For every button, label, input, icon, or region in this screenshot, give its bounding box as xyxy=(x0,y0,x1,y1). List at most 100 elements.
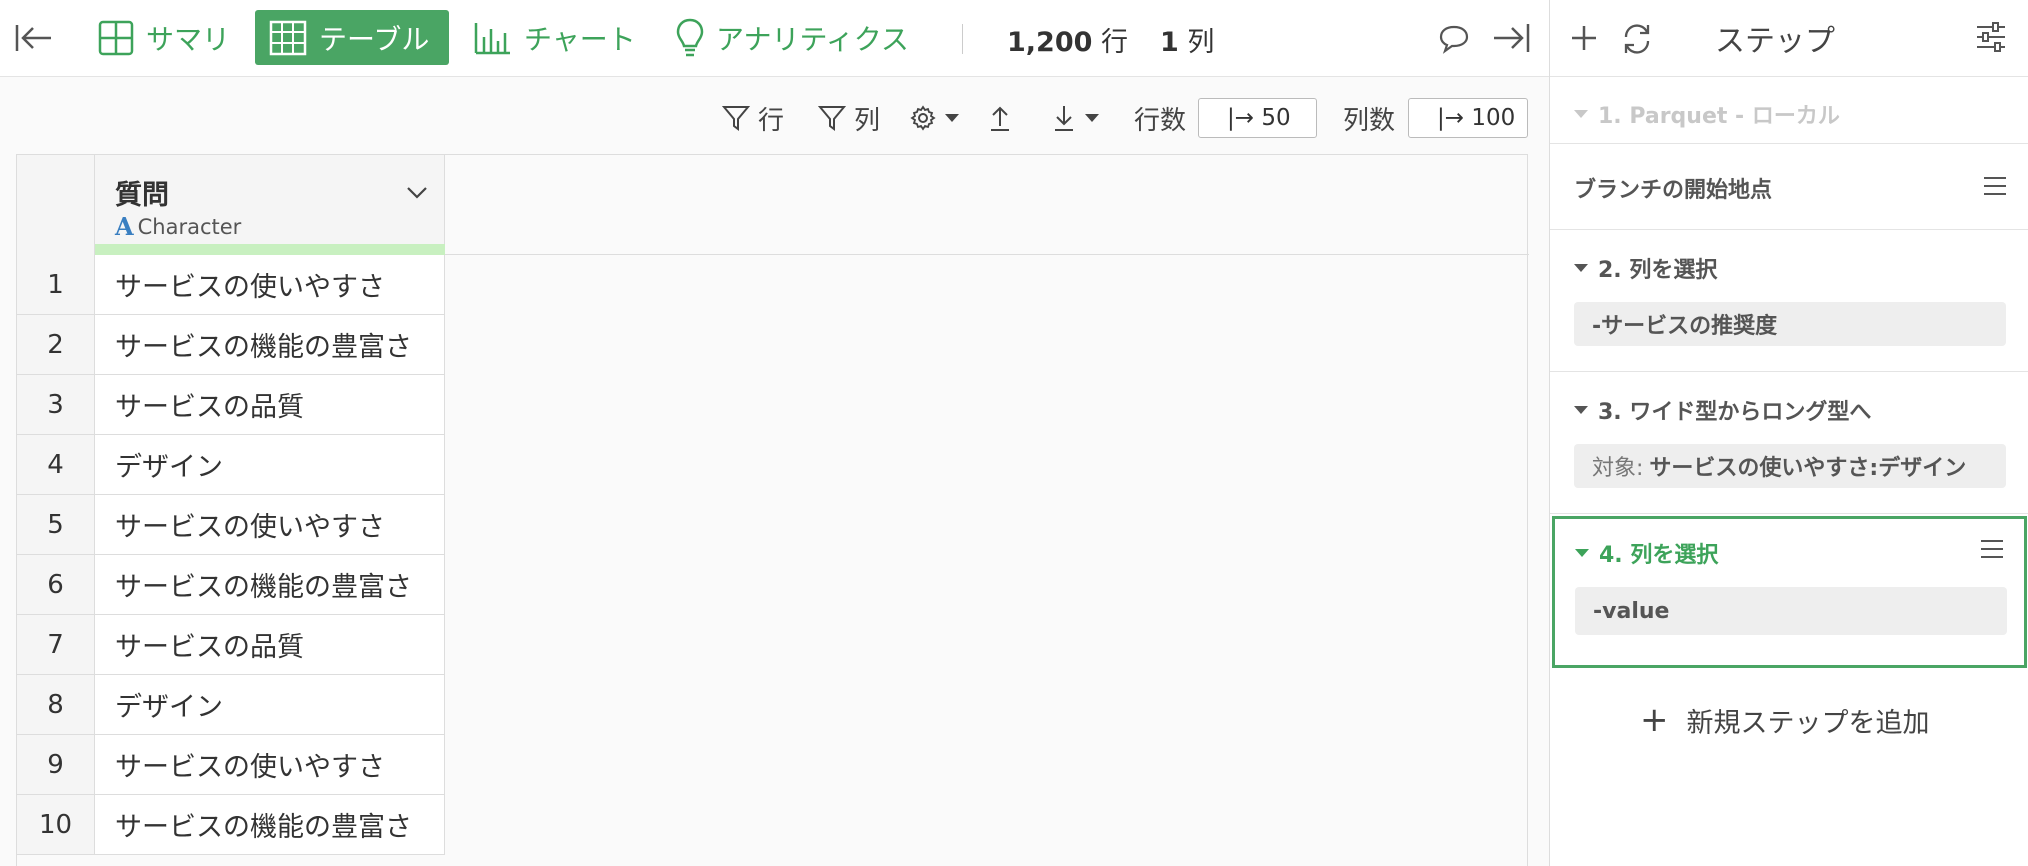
lightbulb-icon xyxy=(676,18,704,56)
step-2-detail: -サービスの推奨度 xyxy=(1574,302,2006,346)
row-number: 3 xyxy=(17,375,95,434)
table-cell[interactable]: デザイン xyxy=(95,435,445,494)
step-3-title[interactable]: 3. ワイド型からロング型へ xyxy=(1574,394,1871,426)
hamburger-menu-icon[interactable] xyxy=(1980,539,2004,559)
table-cell[interactable]: サービスの品質 xyxy=(95,375,445,434)
row-number: 4 xyxy=(17,435,95,494)
filter-icon xyxy=(722,106,750,131)
add-step-button[interactable]: + 新規ステップを追加 xyxy=(1640,700,1930,740)
expand-right-button[interactable] xyxy=(1490,18,1534,58)
table-cell[interactable]: サービスの品質 xyxy=(95,615,445,674)
row-col-counts: 1,200 行 1 列 xyxy=(1007,20,1214,59)
row-count: 1,200 行 xyxy=(1007,27,1128,58)
add-button[interactable] xyxy=(1566,20,1602,56)
triangle-down-icon xyxy=(1575,549,1589,557)
row-number: 5 xyxy=(17,495,95,554)
row-number: 10 xyxy=(17,795,95,854)
step-branch-start[interactable]: ブランチの開始地点 xyxy=(1550,144,2028,230)
plus-icon: + xyxy=(1640,700,1669,740)
filter-cols-button[interactable]: 列 xyxy=(818,98,880,138)
filter-rows-button[interactable]: 行 xyxy=(722,98,784,138)
triangle-down-icon xyxy=(1574,110,1588,118)
triangle-down-icon xyxy=(1574,406,1588,414)
table-cell[interactable]: デザイン xyxy=(95,675,445,734)
table-cell[interactable]: サービスの使いやすさ xyxy=(95,735,445,794)
summary-grid-icon xyxy=(98,20,134,55)
toolbar-divider xyxy=(962,24,963,54)
tab-table-label: テーブル xyxy=(319,22,430,56)
table-cell[interactable]: サービスの機能の豊富さ xyxy=(95,795,445,854)
arrow-up-icon xyxy=(991,106,1009,131)
row-number: 7 xyxy=(17,615,95,674)
step-2[interactable]: 2. 列を選択 -サービスの推奨度 xyxy=(1550,230,2028,372)
column-header-question[interactable]: 質問 A Character xyxy=(95,155,445,255)
table-row[interactable]: 3 サービスの品質 xyxy=(17,375,445,435)
refresh-icon xyxy=(1624,24,1650,54)
table-toolbar: 行 列 行数 |→ 50 列数 |→ 100 xyxy=(0,78,1549,156)
comment-icon xyxy=(1439,25,1469,54)
row-number: 8 xyxy=(17,675,95,734)
row-limit-label: 行数 xyxy=(1134,105,1187,136)
table-row[interactable]: 1 サービスの使いやすさ xyxy=(17,255,445,315)
comment-button[interactable] xyxy=(1437,22,1471,56)
collapse-left-button[interactable] xyxy=(14,18,54,58)
steps-title: ステップ xyxy=(1715,24,1835,59)
table-row[interactable]: 9 サービスの使いやすさ xyxy=(17,735,445,795)
main-area: サマリ テーブル チャート アナリティクス 1,200 行 1 列 行 列 行数… xyxy=(0,0,1549,866)
table-cell[interactable]: サービスの機能の豊富さ xyxy=(95,315,445,374)
step-4-detail: -value xyxy=(1575,587,2007,635)
row-number: 9 xyxy=(17,735,95,794)
refresh-button[interactable] xyxy=(1618,20,1656,58)
row-limit-input[interactable]: |→ 50 xyxy=(1198,98,1317,138)
data-grid: 質問 A Character 1 サービスの使いやすさ 2 サービスの機能の豊富さ 3 サ… xyxy=(16,154,1529,866)
tab-summary[interactable]: サマリ xyxy=(84,10,244,65)
step-3[interactable]: 3. ワイド型からロング型へ 対象: サービスの使いやすさ:デザイン xyxy=(1550,372,2028,514)
tab-table[interactable]: テーブル xyxy=(255,10,449,65)
row-number: 1 xyxy=(17,255,95,314)
grid-rows: 1 サービスの使いやすさ 2 サービスの機能の豊富さ 3 サービスの品質 4 デザイン 5 サービ… xyxy=(17,255,445,855)
table-cell[interactable]: サービスの使いやすさ xyxy=(95,255,445,314)
branch-start-title: ブランチの開始地点 xyxy=(1574,178,1773,203)
step-2-title[interactable]: 2. 列を選択 xyxy=(1574,252,1717,284)
tab-chart-label: チャート xyxy=(524,22,636,56)
column-menu-button[interactable] xyxy=(402,177,432,207)
panel-settings-button[interactable] xyxy=(1974,20,2008,54)
table-row[interactable]: 2 サービスの機能の豊富さ xyxy=(17,315,445,375)
col-limit-input[interactable]: |→ 100 xyxy=(1408,98,1528,138)
grid-header: 質問 A Character xyxy=(17,155,1529,255)
export-up-button[interactable] xyxy=(988,98,1020,138)
table-row[interactable]: 4 デザイン xyxy=(17,435,445,495)
table-icon xyxy=(269,20,307,55)
col-count: 1 列 xyxy=(1160,27,1215,58)
column-type: A Character xyxy=(115,212,242,241)
step-1[interactable]: 1. Parquet - ローカル xyxy=(1550,78,2028,144)
tab-chart[interactable]: チャート xyxy=(460,10,650,65)
steps-panel: ステップ 1. Parquet - ローカル ブランチの開始地点 2. 列を選択… xyxy=(1549,0,2028,866)
expand-right-icon xyxy=(1494,24,1530,52)
chevron-down-icon xyxy=(407,187,427,199)
table-cell[interactable]: サービスの使いやすさ xyxy=(95,495,445,554)
arrow-down-icon xyxy=(1055,106,1073,131)
step-1-title[interactable]: 1. Parquet - ローカル xyxy=(1574,98,1840,130)
table-row[interactable]: 5 サービスの使いやすさ xyxy=(17,495,445,555)
tab-analytics[interactable]: アナリティクス xyxy=(662,10,923,65)
top-bar: サマリ テーブル チャート アナリティクス 1,200 行 1 列 xyxy=(0,0,1549,77)
table-cell[interactable]: サービスの機能の豊富さ xyxy=(95,555,445,614)
hamburger-menu-icon[interactable] xyxy=(1983,176,2007,196)
tab-summary-label: サマリ xyxy=(146,22,231,56)
download-dropdown-button[interactable] xyxy=(1052,98,1108,138)
sliders-icon xyxy=(1977,22,2005,52)
column-name: 質問 xyxy=(115,180,169,211)
plus-icon xyxy=(1572,26,1596,50)
step-4-title[interactable]: 4. 列を選択 xyxy=(1575,537,1718,569)
step-4[interactable]: 4. 列を選択 -value xyxy=(1552,516,2027,668)
row-number: 6 xyxy=(17,555,95,614)
gear-icon xyxy=(910,105,936,131)
table-row[interactable]: 8 デザイン xyxy=(17,675,445,735)
collapse-left-icon xyxy=(15,25,51,51)
filter-icon xyxy=(818,106,846,131)
table-row[interactable]: 10 サービスの機能の豊富さ xyxy=(17,795,445,855)
settings-dropdown-button[interactable] xyxy=(910,98,968,138)
table-row[interactable]: 7 サービスの品質 xyxy=(17,615,445,675)
table-row[interactable]: 6 サービスの機能の豊富さ xyxy=(17,555,445,615)
